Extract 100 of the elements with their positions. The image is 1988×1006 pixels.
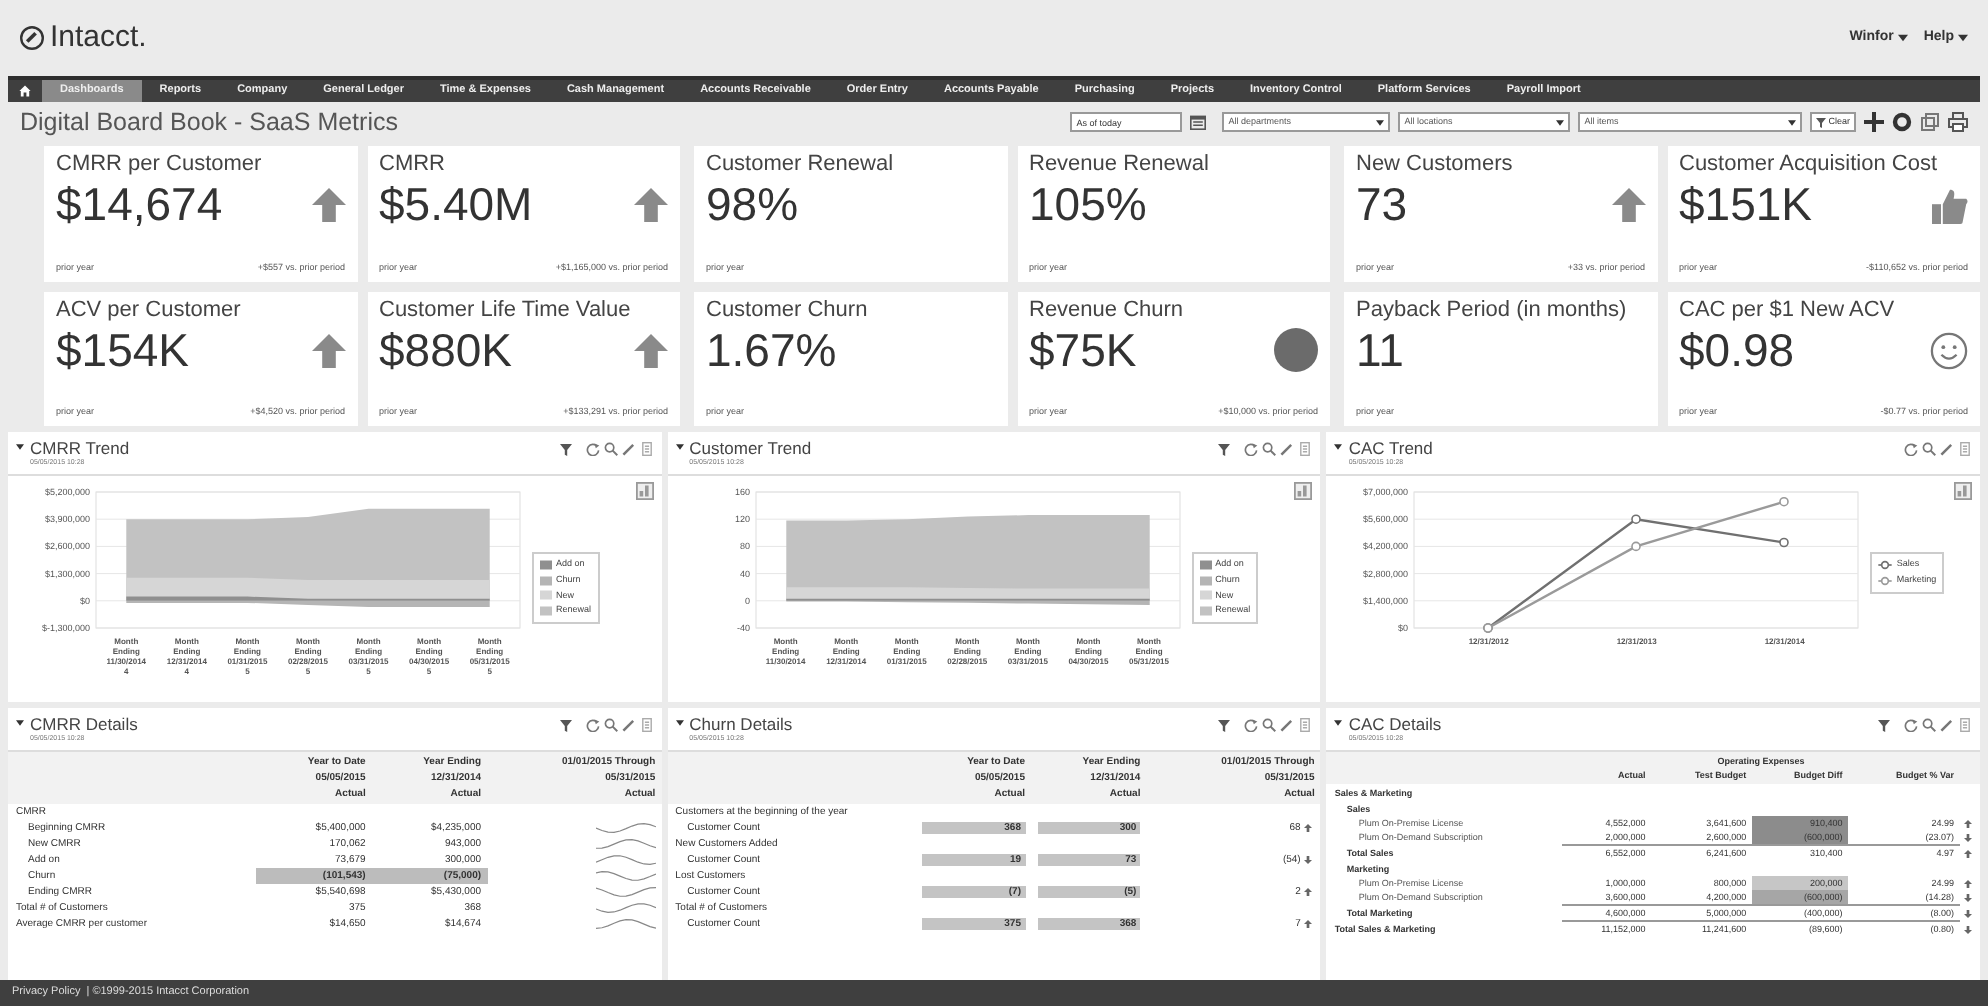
kpi-title: Customer Churn	[706, 297, 870, 323]
kpi-title: Customer Acquisition Cost	[1679, 152, 1939, 178]
kpi-title: CAC per $1 New ACV	[1679, 297, 1897, 323]
sparkline-drawing	[595, 885, 656, 898]
up-arrow-icon	[634, 333, 668, 367]
caret-icon	[1958, 34, 1968, 42]
kpi-value: $5.40M	[379, 178, 533, 232]
sparkline-drawing	[595, 869, 656, 882]
sparkline-drawing	[595, 853, 656, 866]
up-arrow-icon	[634, 188, 668, 222]
up-arrow-icon	[1611, 188, 1645, 222]
collapse-caret-icon[interactable]	[16, 720, 24, 726]
kpi-title: Customer Renewal	[706, 152, 896, 178]
filter-icon[interactable]	[1218, 719, 1231, 731]
legend-marker-icon	[1878, 559, 1893, 570]
pencil-icon[interactable]	[1940, 442, 1955, 456]
caret-icon	[1788, 119, 1797, 125]
kpi-value: 73	[1356, 178, 1408, 232]
kpi-value: $75K	[1029, 323, 1137, 377]
up-arrow-icon	[311, 333, 345, 367]
kpi-value: 105%	[1029, 178, 1147, 232]
legend-swatch-icon	[1199, 559, 1212, 570]
thumbs-up-icon	[1932, 187, 1968, 223]
chart-options-icon[interactable]	[635, 482, 654, 500]
kpi-title: Customer Life Time Value	[379, 297, 633, 323]
legend-swatch-icon	[540, 590, 552, 601]
calendar-icon[interactable]	[1190, 114, 1207, 130]
legend-swatch-icon	[1199, 590, 1212, 601]
point	[1779, 537, 1790, 548]
kpi-title: ACV per Customer	[56, 297, 243, 323]
legend-swatch-icon	[540, 575, 552, 586]
collapse-caret-icon[interactable]	[1334, 720, 1343, 726]
smiley-icon	[1930, 331, 1968, 369]
kpi-value: 98%	[706, 178, 799, 232]
page-title: Digital Board Book - SaaS Metrics	[20, 105, 398, 140]
filter-icon	[1816, 117, 1827, 127]
pencil-icon[interactable]	[1280, 718, 1295, 732]
collapse-caret-icon[interactable]	[675, 444, 684, 450]
legend-swatch-icon	[1199, 575, 1212, 586]
kpi-value: 11	[1356, 323, 1404, 377]
panel-title: CMRR Trend	[30, 438, 130, 458]
point	[1779, 496, 1790, 507]
copy-icon[interactable]	[1920, 112, 1940, 132]
collapse-caret-icon[interactable]	[16, 444, 24, 450]
chart-options-icon[interactable]	[1954, 482, 1973, 500]
caret-icon	[1897, 34, 1908, 42]
caret-icon	[1376, 119, 1385, 125]
print-icon[interactable]	[1948, 112, 1968, 132]
point	[1631, 541, 1642, 552]
panel-title: Customer Trend	[689, 438, 812, 458]
caret-icon	[1556, 119, 1565, 125]
kpi-value: $880K	[379, 323, 513, 377]
legend-swatch-icon	[540, 559, 552, 570]
refresh-icon[interactable]	[585, 718, 600, 732]
kpi-value: 1.67%	[706, 323, 837, 377]
legend-swatch-icon	[1199, 606, 1212, 617]
panel-title: CMRR Details	[30, 714, 138, 734]
sparkline-drawing	[595, 837, 656, 850]
refresh-icon[interactable]	[1904, 442, 1919, 456]
logo-text: Intacct.	[50, 17, 147, 58]
kpi-title: New Customers	[1356, 152, 1515, 178]
pencil-icon[interactable]	[621, 718, 636, 732]
filter-icon[interactable]	[559, 719, 572, 731]
logo-icon	[20, 26, 44, 50]
panel-title: Churn Details	[689, 714, 793, 734]
refresh-icon[interactable]	[1244, 718, 1259, 732]
kpi-value: $151K	[1679, 178, 1813, 232]
filter-icon[interactable]	[1218, 443, 1231, 455]
kpi-value: $154K	[56, 323, 190, 377]
panel-title: CAC Details	[1348, 714, 1442, 734]
kpi-title: Revenue Renewal	[1029, 152, 1211, 178]
kpi-title: Payback Period (in months)	[1356, 297, 1629, 323]
kpi-title: CMRR	[379, 152, 447, 178]
pencil-icon[interactable]	[1280, 442, 1295, 456]
search-icon[interactable]	[603, 442, 618, 456]
search-icon[interactable]	[603, 718, 618, 732]
up-arrow-icon	[311, 188, 345, 222]
plus-icon[interactable]	[1864, 112, 1884, 132]
point	[1631, 514, 1642, 524]
kpi-title: CMRR per Customer	[56, 152, 264, 178]
sparkline-drawing	[595, 821, 656, 834]
search-icon[interactable]	[1922, 718, 1937, 732]
refresh-icon[interactable]	[1904, 718, 1919, 732]
dot-icon	[1274, 328, 1318, 372]
search-icon[interactable]	[1262, 442, 1277, 456]
collapse-caret-icon[interactable]	[1334, 444, 1343, 450]
refresh-icon[interactable]	[1244, 442, 1259, 456]
search-icon[interactable]	[1262, 718, 1277, 732]
legend-marker-icon	[1878, 575, 1893, 586]
pencil-icon[interactable]	[1940, 718, 1955, 732]
pencil-icon[interactable]	[621, 442, 636, 456]
kpi-value: $14,674	[56, 178, 223, 232]
legend-swatch-icon	[540, 606, 552, 617]
collapse-caret-icon[interactable]	[675, 720, 684, 726]
refresh-icon[interactable]	[585, 442, 600, 456]
filter-icon[interactable]	[1878, 719, 1891, 731]
chart-options-icon[interactable]	[1294, 482, 1313, 500]
kpi-title: Revenue Churn	[1029, 297, 1186, 323]
search-icon[interactable]	[1922, 442, 1937, 456]
filter-icon[interactable]	[559, 443, 572, 455]
